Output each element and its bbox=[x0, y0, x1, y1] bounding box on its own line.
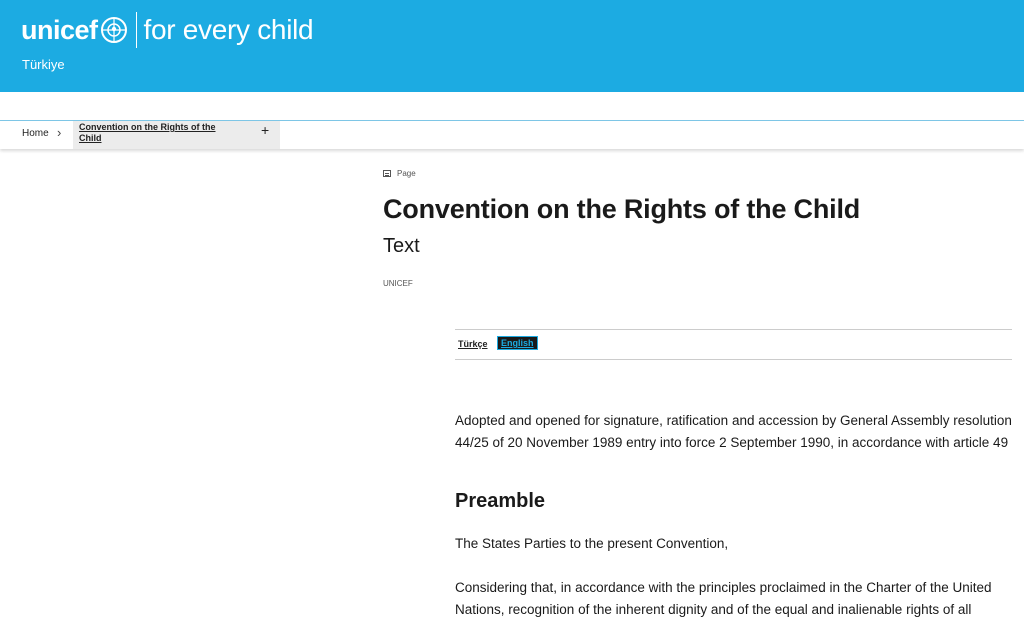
plus-icon[interactable]: + bbox=[261, 122, 269, 138]
breadcrumb: Home › Convention on the Rights of the C… bbox=[0, 121, 1024, 149]
content-type: Page bbox=[383, 169, 416, 178]
breadcrumb-current-label[interactable]: Convention on the Rights of the Child bbox=[79, 122, 239, 144]
tagline: for every child bbox=[143, 14, 314, 45]
chevron-right-icon: › bbox=[57, 125, 62, 140]
logo-divider bbox=[135, 12, 137, 48]
page-subtitle: Text bbox=[383, 235, 420, 257]
un-emblem-icon bbox=[100, 17, 127, 43]
logo-wordmark: unicef bbox=[21, 15, 98, 45]
unicef-logo[interactable]: unicef for every child bbox=[21, 12, 314, 48]
intro-paragraph: Adopted and opened for signature, ratifi… bbox=[455, 413, 1012, 450]
language-english-link[interactable]: English bbox=[497, 336, 538, 350]
body-paragraph: Considering that, in accordance with the… bbox=[455, 580, 992, 617]
page-title: Convention on the Rights of the Child bbox=[383, 194, 861, 224]
page-icon bbox=[383, 170, 391, 177]
nav-band bbox=[0, 92, 1024, 121]
language-switcher: Türkçe English bbox=[455, 329, 1012, 360]
language-turkish-link[interactable]: Türkçe bbox=[458, 339, 488, 349]
country-name[interactable]: Türkiye bbox=[22, 57, 65, 72]
breadcrumb-home-link[interactable]: Home bbox=[22, 128, 49, 139]
content-type-label: Page bbox=[397, 169, 416, 178]
body-paragraph: The States Parties to the present Conven… bbox=[455, 536, 729, 551]
breadcrumb-current[interactable]: Convention on the Rights of the Child + bbox=[73, 121, 280, 149]
site-header: unicef for every child Türkiye bbox=[0, 0, 1024, 92]
preamble-heading: Preamble bbox=[455, 490, 546, 512]
author-label: UNICEF bbox=[383, 279, 413, 288]
